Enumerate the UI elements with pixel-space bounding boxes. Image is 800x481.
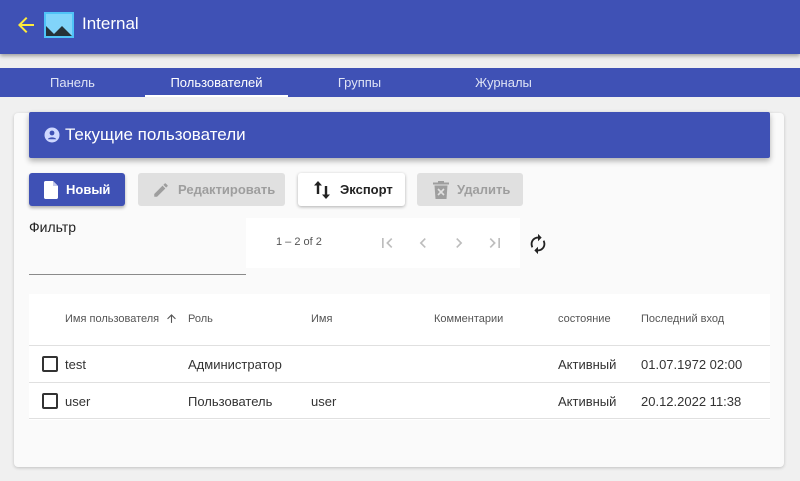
cell-last-login: 20.12.2022 11:38 [641,394,742,409]
cell-role: Пользователь [188,394,273,409]
swap-vertical-icon [314,180,330,199]
delete-user-button[interactable]: Удалить [417,173,523,206]
cell-username: user [65,394,91,409]
row-checkbox[interactable] [42,393,58,409]
table-row[interactable]: user Пользователь user Активный 20.12.20… [29,382,770,419]
arrow-left-icon[interactable] [14,13,38,37]
new-user-label: Новый [66,182,111,197]
filter-label: Фильтр [29,219,77,235]
range-label: 1 – 2 of 2 [276,236,322,248]
section-title: Текущие пользователи [65,125,246,144]
users-table: Имя пользователя Роль Имя Комментарии со… [29,294,770,420]
previous-page-icon[interactable] [413,233,433,253]
tab-panel[interactable]: Панель [0,68,145,97]
delete-user-label: Удалить [457,182,511,197]
new-user-button[interactable]: Новый [29,173,125,206]
export-button[interactable]: Экспорт [298,173,405,206]
pencil-icon [154,182,168,197]
cell-username: test [65,357,86,372]
edit-user-button[interactable]: Редактировать [138,173,285,206]
column-header-last-login[interactable]: Последний вход [641,313,724,325]
column-header-username[interactable]: Имя пользователя [65,313,159,325]
cell-status: Активный [558,394,617,409]
row-checkbox[interactable] [42,356,58,372]
nav-tabs: Панель Пользователей Группы Журналы [0,68,800,97]
column-header-role[interactable]: Роль [188,313,213,325]
paginator: 1 – 2 of 2 [246,218,520,268]
last-page-icon[interactable] [485,233,505,253]
cell-role: Администратор [188,357,282,372]
file-icon [44,180,58,199]
app-toolbar: Internal [0,0,800,54]
tab-users[interactable]: Пользователей [145,68,288,97]
cell-name: user [311,394,337,409]
column-header-comments[interactable]: Комментарии [434,313,503,325]
cell-last-login: 01.07.1972 02:00 [641,357,743,372]
image-icon [44,12,74,38]
tab-logs[interactable]: Журналы [431,68,576,97]
export-label: Экспорт [340,182,393,197]
refresh-icon[interactable] [527,233,549,255]
table-row[interactable]: test Администратор Активный 01.07.1972 0… [29,345,770,382]
section-header: Текущие пользователи [29,112,770,158]
trash-icon [433,180,449,199]
next-page-icon[interactable] [449,233,469,253]
edit-user-label: Редактировать [178,182,276,197]
account-circle-icon [44,127,60,143]
tab-groups[interactable]: Группы [288,68,431,97]
cell-status: Активный [558,357,617,372]
filter-input[interactable] [29,244,246,275]
column-header-status[interactable]: состояние [558,313,611,325]
app-title: Internal [82,14,139,33]
column-header-name[interactable]: Имя [311,313,332,325]
arrow-up-icon[interactable] [165,312,178,325]
first-page-icon[interactable] [377,233,397,253]
